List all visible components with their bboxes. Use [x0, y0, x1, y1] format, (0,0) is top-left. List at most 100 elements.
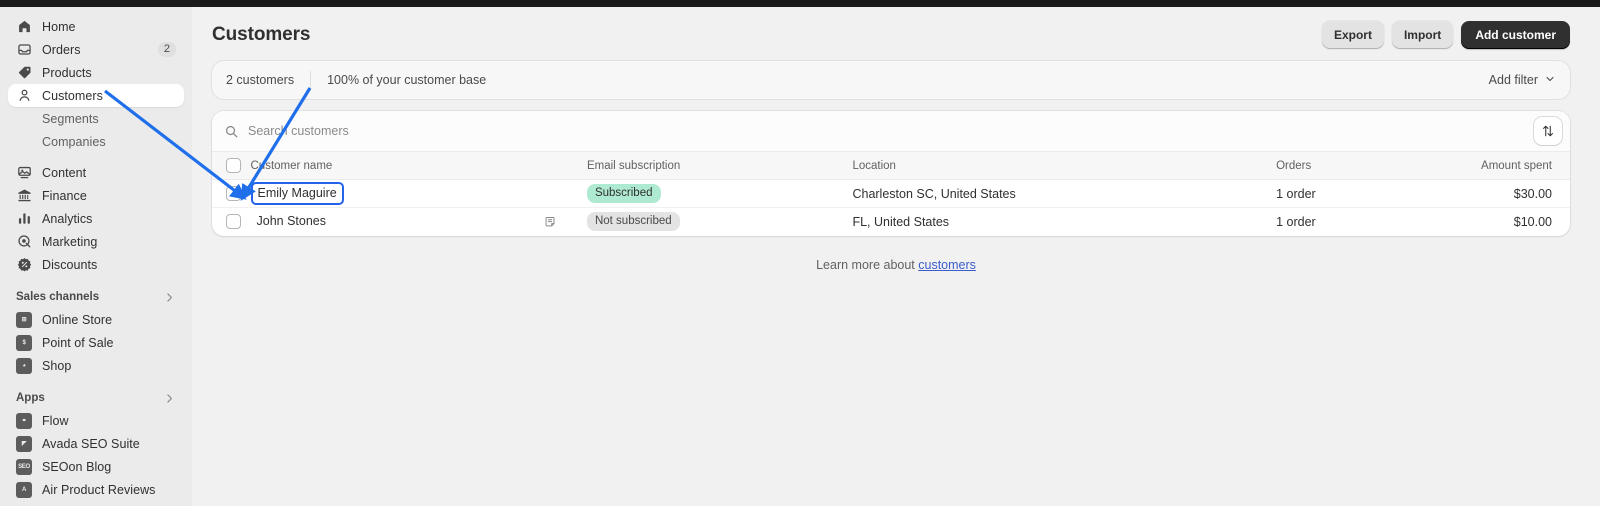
row-checkbox[interactable] [226, 186, 241, 202]
table-header-row: Customer name Email subscription Locatio… [212, 152, 1570, 180]
chevron-down-icon [1544, 73, 1556, 88]
customers-person-icon [16, 88, 32, 104]
sidebar-item-point-of-sale[interactable]: $ Point of Sale [8, 331, 184, 354]
section-title: Apps [16, 392, 45, 404]
customers-help-link[interactable]: customers [918, 258, 976, 272]
finance-bank-icon [16, 188, 32, 204]
note-icon[interactable] [544, 215, 587, 229]
customer-name-focused[interactable]: Emily Maguire [250, 182, 344, 205]
column-header-amount-spent[interactable]: Amount spent [1428, 152, 1570, 180]
sidebar-item-marketing[interactable]: Marketing [8, 230, 184, 253]
sidebar-item-label: Home [42, 19, 76, 34]
sidebar-item-customers[interactable]: Customers [8, 84, 184, 107]
sidebar-divider-gap [8, 153, 184, 161]
sidebar-item-segments[interactable]: Segments [8, 107, 184, 130]
table-row[interactable]: Emily Maguire Subscribed Charleston SC, … [212, 179, 1570, 208]
search-input[interactable] [248, 117, 1534, 145]
sidebar-item-shop[interactable]: ◕ Shop [8, 354, 184, 377]
analytics-bars-icon [16, 211, 32, 227]
flow-app-icon: ⚭ [16, 412, 32, 429]
home-icon [16, 19, 32, 35]
amount-spent-cell: $10.00 [1513, 214, 1552, 229]
chevron-right-icon [163, 291, 176, 304]
customer-base-percent: 100% of your customer base [327, 73, 487, 87]
page-header: Customers Export Import Add customer [192, 7, 1600, 61]
sidebar-section-apps[interactable]: Apps [8, 387, 184, 409]
sidebar-item-label: Marketing [42, 234, 98, 249]
customer-name-cell[interactable]: John Stones [251, 208, 545, 236]
sidebar-section-sales-channels[interactable]: Sales channels [8, 286, 184, 308]
shop-icon: ◕ [16, 357, 32, 374]
column-header-orders[interactable]: Orders [1276, 152, 1429, 180]
sidebar-item-label: Discounts [42, 257, 98, 272]
location-cell: Charleston SC, United States [852, 179, 1277, 208]
row-select-cell [212, 179, 251, 208]
sidebar-item-avada-seo-suite[interactable]: ◤ Avada SEO Suite [8, 432, 184, 455]
sidebar-item-label: Air Product Reviews [42, 482, 156, 497]
header-actions: Export Import Add customer [1321, 21, 1570, 49]
app-root: Home Orders 2 Products Customers Segment… [0, 0, 1600, 506]
sidebar-item-label: Orders [42, 42, 81, 57]
sidebar-item-label: Customers [42, 88, 103, 103]
customers-table: Customer name Email subscription Locatio… [212, 152, 1570, 236]
discounts-icon [16, 257, 32, 273]
add-filter-button[interactable]: Add filter [1489, 73, 1556, 88]
content-icon [16, 165, 32, 181]
sidebar-item-label: SEOon Blog [42, 459, 112, 474]
sidebar: Home Orders 2 Products Customers Segment… [0, 7, 192, 506]
sidebar-item-flow[interactable]: ⚭ Flow [8, 409, 184, 432]
import-button[interactable]: Import [1391, 21, 1454, 49]
sort-arrows-icon[interactable] [1534, 117, 1562, 145]
products-tag-icon [16, 65, 32, 81]
sidebar-item-label: Products [42, 65, 92, 80]
stats-divider [310, 71, 312, 89]
sidebar-item-companies[interactable]: Companies [8, 130, 184, 153]
orders-badge: 2 [157, 42, 176, 57]
marketing-target-icon [16, 234, 32, 250]
location-cell: FL, United States [852, 214, 950, 229]
column-header-email-subscription[interactable]: Email subscription [586, 152, 853, 180]
status-badge: Subscribed [586, 184, 661, 203]
main-content: Customers Export Import Add customer 2 c… [192, 7, 1600, 506]
sidebar-item-content[interactable]: Content [8, 161, 184, 184]
export-button[interactable]: Export [1321, 21, 1384, 49]
sidebar-item-orders[interactable]: Orders 2 [8, 38, 184, 61]
sidebar-item-online-store[interactable]: ⊞ Online Store [8, 308, 184, 331]
select-all-checkbox[interactable] [226, 158, 241, 173]
sidebar-item-products[interactable]: Products [8, 61, 184, 84]
sidebar-item-label: Flow [42, 413, 69, 428]
sidebar-subitem-label: Segments [42, 111, 99, 126]
table-row[interactable]: John Stones Not subscribed FL, United St… [212, 208, 1570, 236]
air-product-reviews-app-icon: A [16, 481, 32, 498]
customer-stats-bar: 2 customers 100% of your customer base A… [212, 61, 1570, 99]
column-header-location[interactable]: Location [852, 152, 1277, 180]
sidebar-item-air-product-reviews[interactable]: A Air Product Reviews [8, 478, 184, 501]
amount-spent-cell: $30.00 [1428, 179, 1570, 208]
sidebar-item-home[interactable]: Home [8, 15, 184, 38]
sidebar-item-label: Finance [42, 188, 87, 203]
sidebar-item-seoon-blog[interactable]: SEO SEOon Blog [8, 455, 184, 478]
sidebar-item-discounts[interactable]: Discounts [8, 253, 184, 276]
add-customer-button[interactable]: Add customer [1461, 21, 1570, 49]
note-cell[interactable] [544, 208, 587, 236]
point-of-sale-icon: $ [16, 334, 32, 351]
online-store-icon: ⊞ [16, 311, 32, 328]
sidebar-item-label: Point of Sale [42, 335, 114, 350]
customer-name-cell[interactable]: Emily Maguire [250, 179, 545, 208]
top-bar [0, 0, 1600, 7]
sidebar-item-analytics[interactable]: Analytics [8, 207, 184, 230]
row-checkbox[interactable] [226, 214, 241, 230]
sidebar-item-label: Online Store [42, 312, 113, 327]
orders-icon [16, 42, 32, 58]
customer-count: 2 customers [226, 73, 295, 87]
customer-name[interactable]: John Stones [251, 211, 333, 232]
sidebar-item-finance[interactable]: Finance [8, 184, 184, 207]
seoon-blog-app-icon: SEO [16, 458, 32, 475]
orders-cell: 1 order [1276, 214, 1316, 229]
table-head: Customer name Email subscription Locatio… [212, 152, 1570, 180]
note-cell [544, 179, 587, 208]
column-header-customer-name[interactable]: Customer name [250, 152, 545, 180]
select-all-header [212, 152, 251, 180]
sidebar-item-label: Shop [42, 358, 72, 373]
sidebar-item-label: Avada SEO Suite [42, 436, 140, 451]
